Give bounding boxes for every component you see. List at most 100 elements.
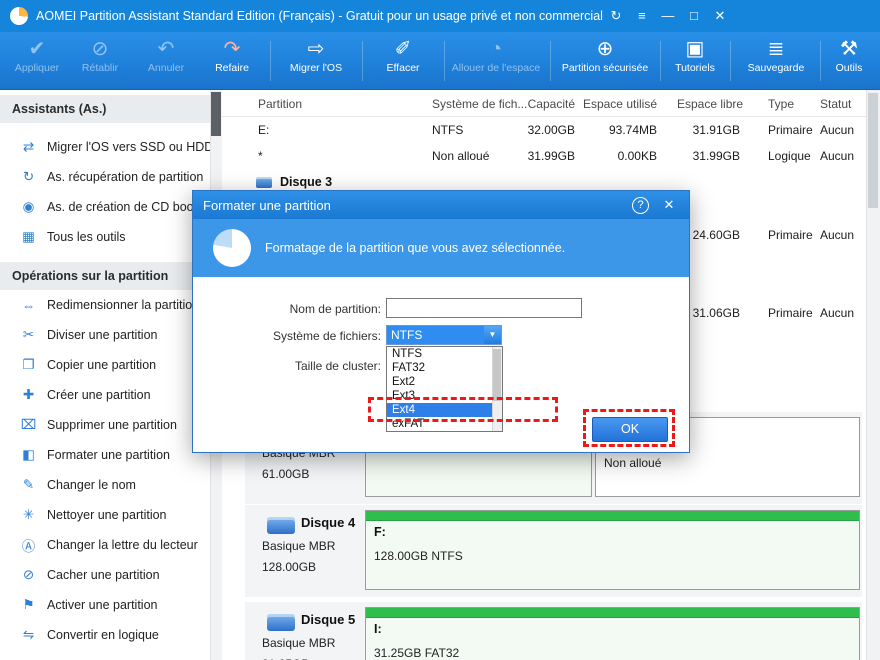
partition-usage-bar [366, 608, 859, 618]
partition-box-f[interactable]: F: 128.00GB NTFS [365, 510, 860, 590]
dialog-close-icon[interactable]: ✕ [659, 197, 679, 213]
discard-button[interactable]: ⊘ Rétablir [68, 37, 132, 85]
sidebar-item-resize-partition[interactable]: ⇔ Redimensionner la partition [0, 290, 210, 320]
disk-size: 128.00GB [262, 560, 317, 574]
tutorials-button[interactable]: ▣ Tutoriels [664, 37, 726, 85]
scissors-icon: ✂ [22, 327, 35, 342]
table-row[interactable]: E: NTFS 32.00GB 93.74MB 31.91GB Primaire… [222, 117, 866, 143]
disk-icon [256, 177, 272, 188]
sidebar-item-create-partition[interactable]: ✚ Créer une partition [0, 380, 210, 410]
allocate-space-button[interactable]: ◔ Allouer de l'espace [448, 37, 544, 85]
column-used-space[interactable]: Espace utilisé [577, 92, 657, 117]
sidebar-item-bootable-cd[interactable]: ◉ As. de création de CD bootb. [0, 192, 210, 222]
option-fat32[interactable]: FAT32 [387, 361, 502, 375]
column-type[interactable]: Type [768, 92, 794, 117]
sidebar-item-delete-partition[interactable]: ⌧ Supprimer une partition [0, 410, 210, 440]
dialog-title-bar: Formater une partition ? ✕ [193, 191, 689, 219]
filesystem-label: Système de fichiers: [272, 329, 381, 343]
undo-button[interactable]: ↶ Annuler [134, 37, 198, 85]
disk-name: Disque 4 [301, 515, 356, 530]
minimize-button[interactable]: — [655, 0, 681, 32]
column-filesystem[interactable]: Système de fich... [432, 92, 527, 117]
refresh-icon[interactable]: ↻ [603, 0, 629, 32]
disk-bus: Basique MBR [262, 636, 336, 650]
cluster-size-label: Taille de cluster: [294, 359, 381, 373]
wipe-pencil-icon: ✐ [394, 38, 412, 60]
app-logo-icon [10, 7, 28, 25]
resize-icon: ⇔ [21, 297, 36, 313]
disk-icon [267, 517, 295, 534]
sidebar-item-migrate-os[interactable]: ⇄ Migrer l'OS vers SSD ou HDD [0, 132, 213, 162]
clock-icon: ◔ [489, 38, 503, 60]
sidebar-item-copy-partition[interactable]: ❐ Copier une partition [0, 350, 210, 380]
sidebar-item-change-label[interactable]: ✎ Changer le nom [0, 470, 210, 500]
option-exfat[interactable]: exFAT [387, 417, 502, 431]
secure-partition-button[interactable]: ⊕ Partition sécurisée [554, 37, 656, 85]
sidebar-section-wizards: Assistants (As.) [0, 95, 210, 123]
migrate-os-icon: ⇨ [307, 38, 325, 60]
sidebar-item-set-active[interactable]: ⚑ Activer une partition [0, 590, 210, 620]
toolbar-separator [362, 41, 363, 81]
apply-check-icon: ✔ [28, 38, 46, 60]
plus-icon: ✚ [22, 387, 35, 402]
drive-letter-icon: Ⓐ [21, 539, 36, 554]
clean-icon: ✳ [22, 507, 35, 522]
main-scrollbar-thumb[interactable] [868, 93, 878, 208]
app-window: AOMEI Partition Assistant Standard Editi… [0, 0, 880, 660]
migrate-os-button[interactable]: ⇨ Migrer l'OS [276, 37, 356, 85]
maximize-button[interactable]: □ [681, 0, 707, 32]
list-scrollbar-thumb[interactable] [493, 349, 501, 401]
sidebar-item-all-tools[interactable]: ▦ Tous les outils [0, 222, 210, 252]
sidebar-item-wipe-partition[interactable]: ✳ Nettoyer une partition [0, 500, 210, 530]
format-partition-dialog: Formater une partition ? ✕ Formatage de … [192, 190, 690, 453]
backup-button[interactable]: ≣ Sauvegarde [736, 37, 816, 85]
help-icon[interactable]: ? [632, 196, 649, 214]
chevron-down-icon[interactable]: ▼ [484, 326, 501, 344]
pencil-icon: ✎ [22, 477, 35, 492]
toolbar-separator [660, 41, 661, 81]
dialog-description: Formatage de la partition que vous avez … [265, 241, 566, 255]
column-status[interactable]: Statut [820, 92, 851, 117]
sidebar: Assistants (As.) ⇄ Migrer l'OS vers SSD … [0, 90, 213, 660]
undo-arrow-icon: ↶ [157, 38, 175, 60]
sidebar-item-hide-partition[interactable]: ⊘ Cacher une partition [0, 560, 210, 590]
backup-stack-icon: ≣ [767, 38, 785, 60]
delete-icon: ⌧ [20, 417, 37, 432]
dialog-title: Formater une partition [203, 197, 331, 213]
sidebar-item-change-drive-letter[interactable]: Ⓐ Changer la lettre du lecteur [0, 530, 210, 560]
ok-button[interactable]: OK [592, 417, 668, 442]
sidebar-item-format-partition[interactable]: ◧ Formater une partition [0, 440, 210, 470]
column-free-space[interactable]: Espace libre [677, 92, 743, 117]
toolbar-separator [820, 41, 821, 81]
apply-button[interactable]: ✔ Appliquer [6, 37, 68, 85]
tools-button[interactable]: ⚒ Outils [824, 37, 874, 85]
sidebar-item-partition-recovery[interactable]: ↻ As. récupération de partition [0, 162, 210, 192]
close-button[interactable]: ✕ [707, 0, 733, 32]
migrate-icon: ⇄ [22, 139, 35, 154]
menu-icon[interactable]: ≡ [629, 0, 655, 32]
format-icon: ◧ [22, 447, 35, 462]
sidebar-scrollbar-thumb[interactable] [211, 92, 221, 136]
title-bar: AOMEI Partition Assistant Standard Editi… [0, 0, 880, 32]
table-row[interactable]: * Non alloué 31.99GB 0.00KB 31.99GB Logi… [222, 143, 866, 169]
list-scrollbar-track[interactable] [492, 347, 502, 431]
column-capacity[interactable]: Capacité [515, 92, 575, 117]
column-partition[interactable]: Partition [258, 92, 302, 117]
filesystem-dropdown[interactable]: NTFS ▼ [386, 325, 502, 345]
redo-button[interactable]: ↷ Refaire [200, 37, 264, 85]
toolbar-separator [444, 41, 445, 81]
grid-icon: ▦ [22, 229, 35, 244]
partition-box-i[interactable]: I: 31.25GB FAT32 [365, 607, 860, 660]
filesystem-options-list: NTFS FAT32 Ext2 Ext3 Ext4 exFAT [386, 346, 503, 432]
option-ntfs[interactable]: NTFS [387, 347, 502, 361]
option-ext3[interactable]: Ext3 [387, 389, 502, 403]
wipe-button[interactable]: ✐ Effacer [368, 37, 438, 85]
sidebar-item-split-partition[interactable]: ✂ Diviser une partition [0, 320, 210, 350]
disk-block-4: Disque 4 Basique MBR 128.00GB F: 128.00G… [245, 505, 862, 597]
partition-name-input[interactable] [386, 298, 582, 318]
sidebar-item-convert-logical[interactable]: ⇋ Convertir en logique [0, 620, 210, 650]
tools-hammer-icon: ⚒ [840, 38, 858, 60]
option-ext2[interactable]: Ext2 [387, 375, 502, 389]
option-ext4[interactable]: Ext4 [387, 403, 502, 417]
hide-icon: ⊘ [22, 567, 35, 582]
